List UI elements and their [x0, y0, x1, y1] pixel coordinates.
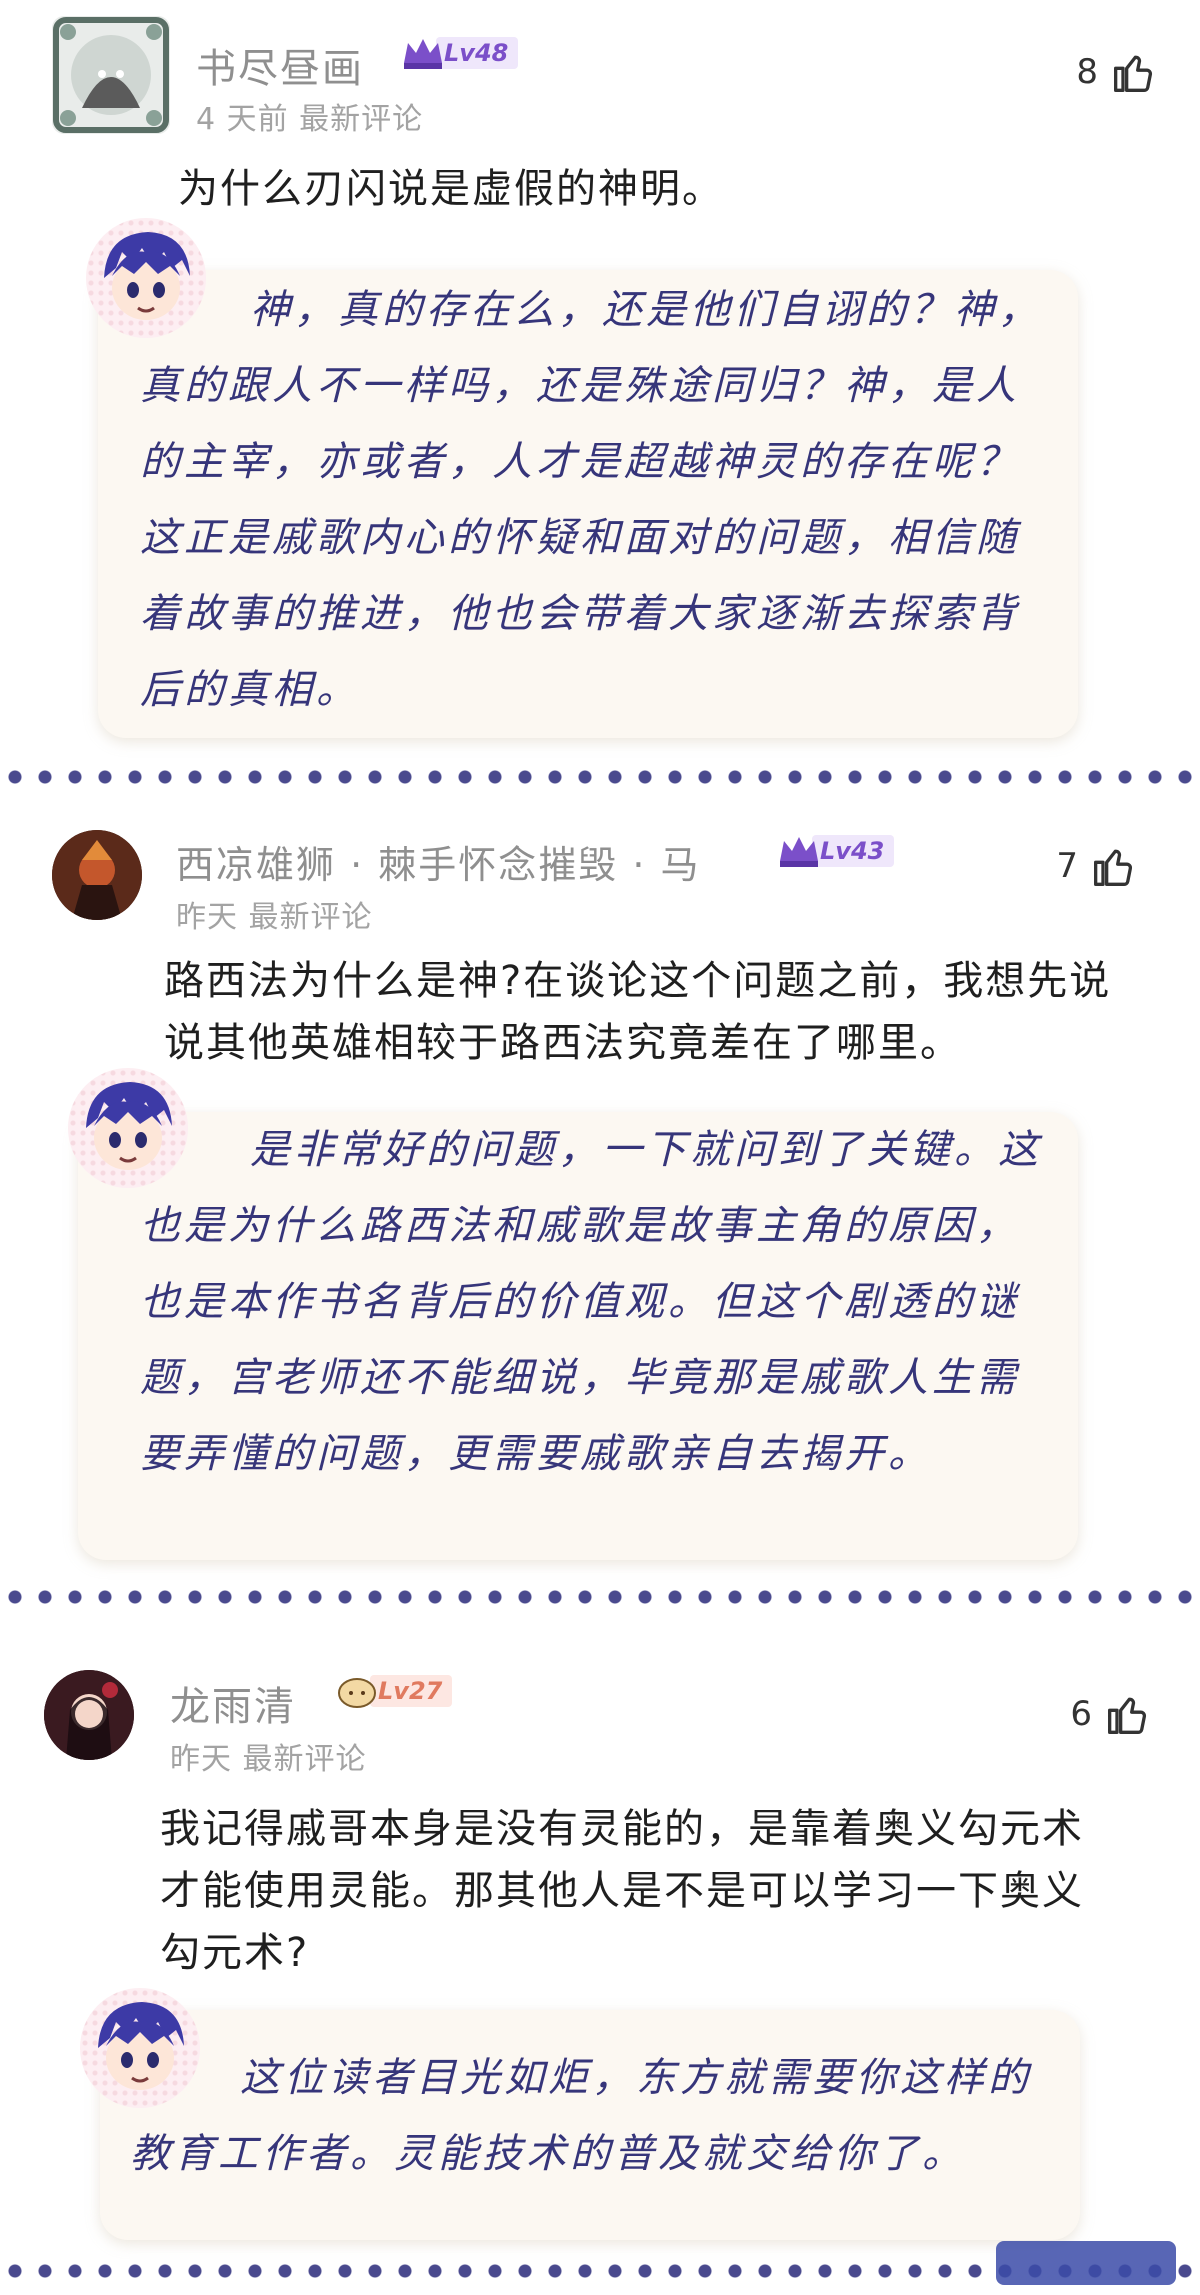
section-divider	[0, 768, 1200, 786]
avatar-shark-icon	[53, 17, 169, 133]
level-label: Lv43	[812, 835, 895, 867]
user-avatar[interactable]	[44, 1670, 134, 1760]
site-watermark	[996, 2241, 1176, 2285]
level-badge: Lv43	[776, 831, 895, 871]
like-count: 7	[1056, 846, 1078, 886]
level-bread-icon	[334, 1671, 380, 1711]
like-button[interactable]: 8	[1076, 50, 1156, 94]
level-crown-icon	[400, 33, 446, 73]
thumbs-up-icon	[1114, 55, 1152, 92]
username[interactable]: 龙雨清	[170, 1674, 296, 1732]
author-reply-text: 神，真的存在么，还是他们自诩的？神，真的跟人不一样吗，还是殊途同归？神，是人的主…	[140, 287, 1042, 713]
comment-meta: 昨天 最新评论	[170, 1742, 367, 1777]
user-avatar[interactable]	[52, 16, 170, 134]
avatar-girl-icon	[44, 1670, 134, 1760]
thumbs-up-icon	[1094, 849, 1132, 886]
username[interactable]: 西凉雄狮 · 棘手怀念摧毁 · 马	[176, 834, 700, 889]
like-button[interactable]: 7	[1056, 844, 1136, 888]
comment-3: 龙雨清 Lv27 昨天 最新评论 6 我记得戚哥本身是没有灵能的，是靠着奥义勾元…	[0, 1630, 1200, 2270]
section-divider	[0, 1588, 1200, 1606]
level-label: Lv27	[370, 1675, 453, 1707]
comment-text: 我记得戚哥本身是没有灵能的，是靠着奥义勾元术才能使用灵能。那其他人是不是可以学习…	[160, 1806, 1084, 1976]
like-count: 8	[1076, 52, 1098, 92]
user-avatar[interactable]	[52, 830, 142, 920]
level-label: Lv48	[436, 37, 519, 69]
level-crown-icon	[776, 831, 822, 871]
comment-2: 西凉雄狮 · 棘手怀念摧毁 · 马 Lv43 昨天 最新评论 7 路西法为什么是…	[0, 800, 1200, 1580]
level-badge: Lv27	[334, 1671, 453, 1711]
comment-text: 路西法为什么是神?在谈论这个问题之前，我想先说说其他英雄相较于路西法究竟差在了哪…	[164, 958, 1112, 1066]
comment-text: 为什么刃闪说是虚假的神明。	[178, 166, 724, 212]
like-button[interactable]: 6	[1070, 1692, 1150, 1736]
author-reply-text: 是非常好的问题，一下就问到了关键。这也是为什么路西法和戚歌是故事主角的原因，也是…	[140, 1127, 1042, 1477]
comment-meta: 昨天 最新评论	[176, 900, 373, 935]
thumbs-up-icon	[1108, 1697, 1146, 1734]
username[interactable]: 书尽昼画	[196, 36, 364, 94]
comment-meta: 4 天前 最新评论	[196, 102, 424, 137]
avatar-warrior-icon	[52, 830, 142, 920]
level-badge: Lv48	[400, 33, 519, 73]
author-reply-text: 这位读者目光如炬，东方就需要你这样的教育工作者。灵能技术的普及就交给你了。	[130, 2055, 1032, 2177]
like-count: 6	[1070, 1694, 1092, 1734]
comment-1: 书尽昼画 Lv48 4 天前 最新评论 8 为什么刃闪说是虚假的神明。 神，真的…	[0, 0, 1200, 760]
